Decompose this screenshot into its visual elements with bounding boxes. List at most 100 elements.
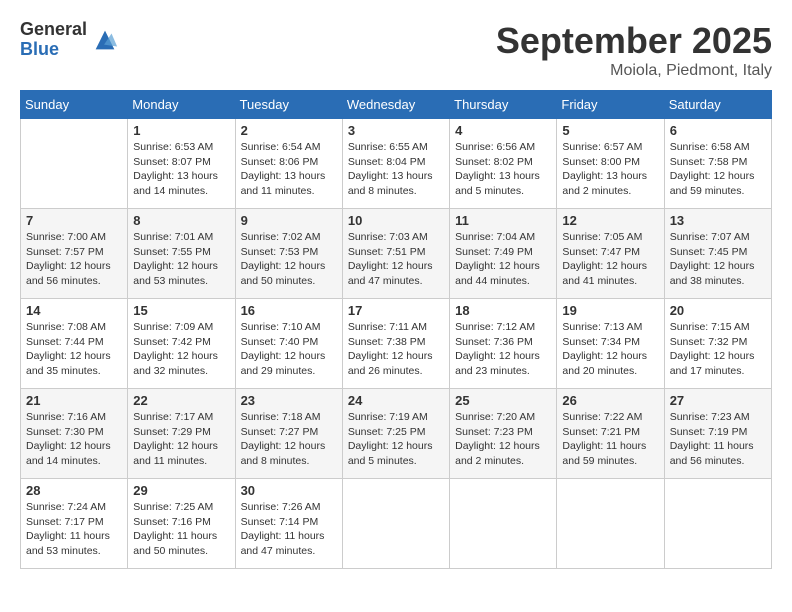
logo-icon	[91, 26, 119, 54]
page-header: General Blue September 2025 Moiola, Pied…	[20, 20, 772, 80]
calendar-cell: 4 Sunrise: 6:56 AM Sunset: 8:02 PM Daylig…	[450, 119, 557, 209]
header-saturday: Saturday	[664, 91, 771, 119]
calendar-cell: 16 Sunrise: 7:10 AM Sunset: 7:40 PM Dayli…	[235, 299, 342, 389]
calendar-cell	[557, 479, 664, 569]
calendar-cell	[664, 479, 771, 569]
logo-general: General	[20, 20, 87, 40]
header-sunday: Sunday	[21, 91, 128, 119]
calendar-cell: 24 Sunrise: 7:19 AM Sunset: 7:25 PM Dayli…	[342, 389, 449, 479]
calendar-cell: 29 Sunrise: 7:25 AM Sunset: 7:16 PM Dayli…	[128, 479, 235, 569]
title-block: September 2025 Moiola, Piedmont, Italy	[496, 20, 772, 80]
day-info: Sunrise: 7:15 AM Sunset: 7:32 PM Dayligh…	[670, 320, 766, 379]
day-number: 23	[241, 393, 337, 408]
day-number: 30	[241, 483, 337, 498]
calendar-cell: 18Sunrise: 7:12 AM Sunset: 7:36 PM Dayli…	[450, 299, 557, 389]
day-number: 10	[348, 213, 444, 228]
header-wednesday: Wednesday	[342, 91, 449, 119]
day-info: Sunrise: 7:04 AM Sunset: 7:49 PM Dayligh…	[455, 230, 551, 289]
logo: General Blue	[20, 20, 119, 60]
day-number: 8	[133, 213, 229, 228]
day-info: Sunrise: 7:10 AM Sunset: 7:40 PM Dayligh…	[241, 320, 337, 379]
day-info: Sunrise: 6:56 AM Sunset: 8:02 PM Dayligh…	[455, 140, 551, 199]
day-info: Sunrise: 6:54 AM Sunset: 8:06 PM Dayligh…	[241, 140, 337, 199]
day-info: Sunrise: 7:24 AM Sunset: 7:17 PM Dayligh…	[26, 500, 122, 559]
calendar-cell: 8 Sunrise: 7:01 AM Sunset: 7:55 PM Daylig…	[128, 209, 235, 299]
day-info: Sunrise: 7:17 AM Sunset: 7:29 PM Dayligh…	[133, 410, 229, 469]
day-number: 14	[26, 303, 122, 318]
day-number: 19	[562, 303, 658, 318]
calendar-week-row: 7 Sunrise: 7:00 AM Sunset: 7:57 PM Daylig…	[21, 209, 772, 299]
day-number: 3	[348, 123, 444, 138]
day-number: 20	[670, 303, 766, 318]
day-info: Sunrise: 7:22 AM Sunset: 7:21 PM Dayligh…	[562, 410, 658, 469]
calendar-cell: 23 Sunrise: 7:18 AM Sunset: 7:27 PM Dayli…	[235, 389, 342, 479]
day-info: Sunrise: 7:03 AM Sunset: 7:51 PM Dayligh…	[348, 230, 444, 289]
header-thursday: Thursday	[450, 91, 557, 119]
day-info: Sunrise: 6:55 AM Sunset: 8:04 PM Dayligh…	[348, 140, 444, 199]
calendar-cell: 3 Sunrise: 6:55 AM Sunset: 8:04 PM Daylig…	[342, 119, 449, 209]
day-number: 4	[455, 123, 551, 138]
calendar-cell	[450, 479, 557, 569]
day-number: 17	[348, 303, 444, 318]
calendar-cell: 21 Sunrise: 7:16 AM Sunset: 7:30 PM Dayli…	[21, 389, 128, 479]
day-info: Sunrise: 6:53 AM Sunset: 8:07 PM Dayligh…	[133, 140, 229, 199]
month-title: September 2025	[496, 20, 772, 62]
header-monday: Monday	[128, 91, 235, 119]
calendar-cell: 5 Sunrise: 6:57 AM Sunset: 8:00 PM Daylig…	[557, 119, 664, 209]
day-info: Sunrise: 7:20 AM Sunset: 7:23 PM Dayligh…	[455, 410, 551, 469]
day-number: 6	[670, 123, 766, 138]
day-number: 18	[455, 303, 551, 318]
calendar-cell: 10 Sunrise: 7:03 AM Sunset: 7:51 PM Dayli…	[342, 209, 449, 299]
calendar-cell: 7 Sunrise: 7:00 AM Sunset: 7:57 PM Daylig…	[21, 209, 128, 299]
day-info: Sunrise: 7:07 AM Sunset: 7:45 PM Dayligh…	[670, 230, 766, 289]
day-info: Sunrise: 7:23 AM Sunset: 7:19 PM Dayligh…	[670, 410, 766, 469]
calendar-cell: 19Sunrise: 7:13 AM Sunset: 7:34 PM Dayli…	[557, 299, 664, 389]
day-info: Sunrise: 7:08 AM Sunset: 7:44 PM Dayligh…	[26, 320, 122, 379]
calendar-cell: 22Sunrise: 7:17 AM Sunset: 7:29 PM Dayli…	[128, 389, 235, 479]
calendar-cell: 25 Sunrise: 7:20 AM Sunset: 7:23 PM Dayli…	[450, 389, 557, 479]
day-number: 16	[241, 303, 337, 318]
logo-blue: Blue	[20, 40, 87, 60]
day-info: Sunrise: 7:19 AM Sunset: 7:25 PM Dayligh…	[348, 410, 444, 469]
day-info: Sunrise: 7:25 AM Sunset: 7:16 PM Dayligh…	[133, 500, 229, 559]
calendar-cell: 11 Sunrise: 7:04 AM Sunset: 7:49 PM Dayli…	[450, 209, 557, 299]
calendar-week-row: 21 Sunrise: 7:16 AM Sunset: 7:30 PM Dayli…	[21, 389, 772, 479]
logo-text: General Blue	[20, 20, 87, 60]
calendar-cell: 27Sunrise: 7:23 AM Sunset: 7:19 PM Dayli…	[664, 389, 771, 479]
calendar-cell: 1Sunrise: 6:53 AM Sunset: 8:07 PM Daylig…	[128, 119, 235, 209]
day-number: 12	[562, 213, 658, 228]
day-info: Sunrise: 7:09 AM Sunset: 7:42 PM Dayligh…	[133, 320, 229, 379]
day-number: 24	[348, 393, 444, 408]
day-info: Sunrise: 6:57 AM Sunset: 8:00 PM Dayligh…	[562, 140, 658, 199]
day-number: 26	[562, 393, 658, 408]
day-info: Sunrise: 7:05 AM Sunset: 7:47 PM Dayligh…	[562, 230, 658, 289]
day-info: Sunrise: 7:16 AM Sunset: 7:30 PM Dayligh…	[26, 410, 122, 469]
calendar-cell: 13Sunrise: 7:07 AM Sunset: 7:45 PM Dayli…	[664, 209, 771, 299]
day-info: Sunrise: 7:00 AM Sunset: 7:57 PM Dayligh…	[26, 230, 122, 289]
calendar-cell: 30 Sunrise: 7:26 AM Sunset: 7:14 PM Dayli…	[235, 479, 342, 569]
day-number: 25	[455, 393, 551, 408]
calendar-table: SundayMondayTuesdayWednesdayThursdayFrid…	[20, 90, 772, 569]
day-info: Sunrise: 7:26 AM Sunset: 7:14 PM Dayligh…	[241, 500, 337, 559]
calendar-cell: 2 Sunrise: 6:54 AM Sunset: 8:06 PM Daylig…	[235, 119, 342, 209]
calendar-week-row: 1Sunrise: 6:53 AM Sunset: 8:07 PM Daylig…	[21, 119, 772, 209]
header-tuesday: Tuesday	[235, 91, 342, 119]
day-number: 15	[133, 303, 229, 318]
calendar-cell: 9Sunrise: 7:02 AM Sunset: 7:53 PM Daylig…	[235, 209, 342, 299]
day-number: 29	[133, 483, 229, 498]
calendar-cell: 14 Sunrise: 7:08 AM Sunset: 7:44 PM Dayli…	[21, 299, 128, 389]
day-info: Sunrise: 7:02 AM Sunset: 7:53 PM Dayligh…	[241, 230, 337, 289]
day-info: Sunrise: 7:01 AM Sunset: 7:55 PM Dayligh…	[133, 230, 229, 289]
day-number: 2	[241, 123, 337, 138]
day-number: 11	[455, 213, 551, 228]
day-number: 5	[562, 123, 658, 138]
calendar-week-row: 28Sunrise: 7:24 AM Sunset: 7:17 PM Dayli…	[21, 479, 772, 569]
day-number: 21	[26, 393, 122, 408]
calendar-header-row: SundayMondayTuesdayWednesdayThursdayFrid…	[21, 91, 772, 119]
day-number: 7	[26, 213, 122, 228]
calendar-cell: 28Sunrise: 7:24 AM Sunset: 7:17 PM Dayli…	[21, 479, 128, 569]
day-info: Sunrise: 6:58 AM Sunset: 7:58 PM Dayligh…	[670, 140, 766, 199]
day-info: Sunrise: 7:18 AM Sunset: 7:27 PM Dayligh…	[241, 410, 337, 469]
calendar-cell: 17Sunrise: 7:11 AM Sunset: 7:38 PM Dayli…	[342, 299, 449, 389]
calendar-cell: 20 Sunrise: 7:15 AM Sunset: 7:32 PM Dayli…	[664, 299, 771, 389]
